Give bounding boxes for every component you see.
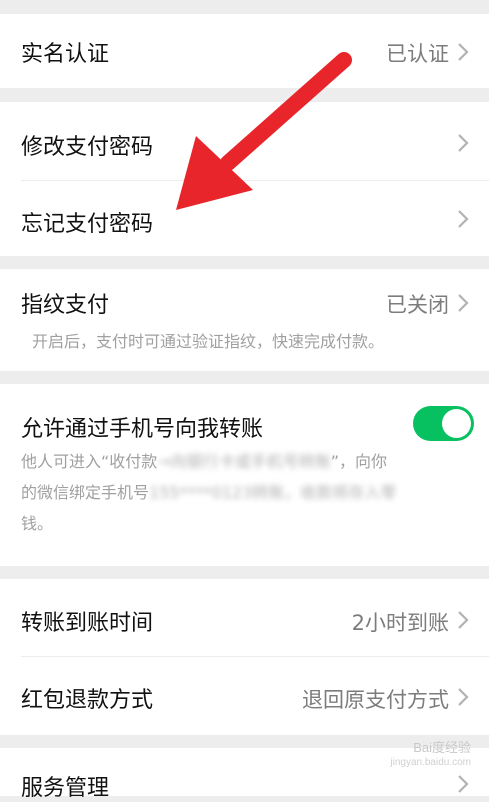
realname-row[interactable]: 实名认证 已认证	[0, 14, 489, 88]
phone-transfer-row: 允许通过手机号向我转账 他人可进入“收付款→向银行卡或手机号转账”，向你 的微信…	[0, 384, 489, 566]
red-packet-refund-label: 红包退款方式	[21, 688, 154, 713]
forgot-password-label: 忘记支付密码	[21, 212, 154, 237]
forgot-password-row[interactable]: 忘记支付密码	[0, 181, 489, 256]
fingerprint-status: 已关闭	[386, 293, 449, 317]
desc-text: 的微信绑定手机号	[21, 483, 150, 502]
fingerprint-row[interactable]: 指纹支付 已关闭 开启后，支付时可通过验证指纹，快速完成付款。	[0, 269, 489, 371]
toggle-knob	[442, 409, 471, 438]
transfer-time-row[interactable]: 转账到账时间 2小时到账	[0, 579, 489, 656]
transfer-section: 转账到账时间 2小时到账 红包退款方式 退回原支付方式	[0, 579, 489, 735]
fingerprint-section: 指纹支付 已关闭 开启后，支付时可通过验证指纹，快速完成付款。	[0, 269, 489, 371]
change-password-row[interactable]: 修改支付密码	[0, 102, 489, 180]
transfer-time-label: 转账到账时间	[21, 611, 154, 636]
phone-transfer-desc-line1: 他人可进入“收付款→向银行卡或手机号转账”，向你	[21, 446, 387, 477]
fingerprint-label: 指纹支付	[21, 293, 110, 318]
phone-transfer-toggle[interactable]	[413, 406, 474, 441]
realname-status: 已认证	[386, 42, 449, 66]
change-password-label: 修改支付密码	[21, 135, 154, 160]
red-packet-refund-row[interactable]: 红包退款方式 退回原支付方式	[0, 657, 489, 735]
realname-section: 实名认证 已认证	[0, 14, 489, 88]
watermark-title: Bai度经验	[413, 740, 471, 755]
fingerprint-description: 开启后，支付时可通过验证指纹，快速完成付款。	[32, 332, 385, 351]
chevron-right-icon	[455, 609, 471, 631]
red-packet-refund-value: 退回原支付方式	[302, 688, 449, 712]
transfer-time-value: 2小时到账	[351, 611, 449, 635]
chevron-right-icon	[455, 132, 471, 154]
chevron-right-icon	[455, 208, 471, 230]
phone-transfer-desc-line2: 的微信绑定手机号155****0123转账，收款将存入零	[21, 477, 396, 508]
chevron-right-icon	[455, 292, 471, 314]
phone-transfer-section: 允许通过手机号向我转账 他人可进入“收付款→向银行卡或手机号转账”，向你 的微信…	[0, 384, 489, 566]
password-section: 修改支付密码 忘记支付密码	[0, 102, 489, 256]
service-label: 服务管理	[21, 776, 110, 801]
chevron-right-icon	[455, 773, 471, 795]
desc-text: 他人可进入“收付款	[21, 452, 158, 471]
chevron-right-icon	[455, 686, 471, 708]
phone-transfer-desc-line3: 钱。	[21, 514, 54, 533]
watermark-url: jingyan.baidu.com	[390, 757, 471, 768]
chevron-right-icon	[455, 41, 471, 63]
phone-transfer-label: 允许通过手机号向我转账	[21, 417, 264, 442]
desc-blurred-text: 155****0123转账，收款将存入零	[149, 483, 397, 502]
desc-blurred-text: →向银行卡或手机号转账	[157, 452, 331, 471]
realname-label: 实名认证	[21, 42, 110, 67]
baidu-jingyan-watermark: Bai度经验 jingyan.baidu.com	[390, 740, 471, 770]
desc-text: ”，向你	[330, 452, 388, 471]
